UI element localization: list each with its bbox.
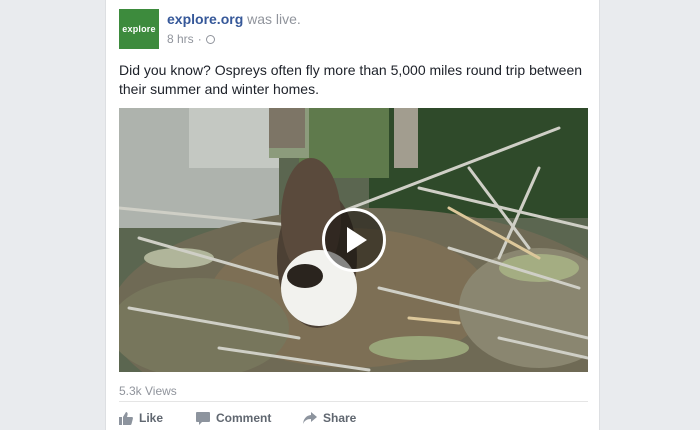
play-icon[interactable] bbox=[322, 208, 386, 272]
share-icon bbox=[303, 411, 317, 424]
globe-icon[interactable] bbox=[205, 34, 215, 44]
comment-button[interactable]: Comment bbox=[196, 411, 303, 425]
divider bbox=[119, 401, 588, 402]
page-name-link[interactable]: explore.org bbox=[167, 11, 243, 27]
like-label: Like bbox=[139, 411, 164, 425]
action-bar: Like Comment Share bbox=[119, 409, 356, 427]
post-action-text: was live. bbox=[247, 11, 301, 27]
share-label: Share bbox=[323, 411, 357, 425]
like-button[interactable]: Like bbox=[119, 411, 196, 425]
views-count: 5.3k Views bbox=[119, 384, 177, 398]
thumbs-up-icon bbox=[119, 411, 133, 425]
post-meta: 8 hrs · bbox=[167, 32, 215, 46]
share-button[interactable]: Share bbox=[303, 411, 356, 425]
post-timestamp[interactable]: 8 hrs bbox=[167, 32, 194, 46]
logo-text: explore bbox=[122, 24, 156, 34]
post-header: explore.org was live. bbox=[167, 11, 301, 27]
video-player[interactable] bbox=[119, 108, 588, 372]
comment-label: Comment bbox=[216, 411, 272, 425]
page-avatar[interactable]: explore bbox=[119, 9, 159, 49]
post-card: explore explore.org was live. 8 hrs · Di… bbox=[105, 0, 600, 430]
meta-separator: · bbox=[197, 32, 202, 46]
comment-icon bbox=[196, 411, 210, 425]
post-text: Did you know? Ospreys often fly more tha… bbox=[119, 62, 583, 97]
